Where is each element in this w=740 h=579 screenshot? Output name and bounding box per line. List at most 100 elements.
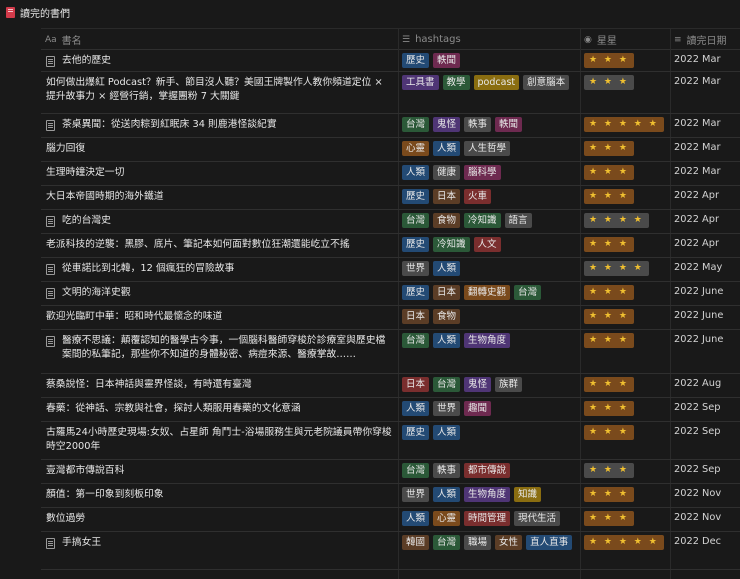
row-title-cell[interactable]: 蔡桑說怪：日本神話與靈界怪談，有時還有臺灣 [41,374,398,397]
table-row[interactable]: 顏值：第一印象到刻板印象 世界 人類 生物角度 知識 ★ ★ ★ 2022 Nov [41,484,740,508]
table-row[interactable]: 吃的台灣史 台灣 食物 冷知識 語言 ★ ★ ★ ★ 2022 Apr [41,210,740,234]
hashtags-cell[interactable]: 世界 人類 [398,258,580,281]
stars-cell[interactable]: ★ ★ ★ [580,282,670,305]
row-title-cell[interactable]: 壹灣都市傳說百科 [41,460,398,483]
row-title-cell[interactable]: 顏值：第一印象到刻板印象 [41,484,398,507]
table-row[interactable]: 生理時鐘決定一切 人類 健康 腦科學 ★ ★ ★ 2022 Mar [41,162,740,186]
date-cell[interactable]: 2022 Dec [670,532,740,569]
date-cell[interactable]: 2022 June [670,306,740,329]
date-cell[interactable]: 2022 Sep [670,460,740,483]
row-title-cell[interactable]: 從車諾比到北韓，12 個瘋狂的冒險故事 [41,258,398,281]
date-cell[interactable]: 2022 Mar [670,50,740,71]
table-row[interactable]: 數位過勞 人類 心靈 時間管理 現代生活 ★ ★ ★ 2022 Nov [41,508,740,532]
hashtags-cell[interactable]: 台灣 軼事 都市傳說 [398,460,580,483]
date-cell[interactable]: 2022 Nov [670,484,740,507]
stars-cell[interactable]: ★ ★ ★ [580,162,670,185]
date-cell[interactable]: 2022 Mar [670,162,740,185]
stars-cell[interactable]: ★ ★ ★ [580,484,670,507]
stars-cell[interactable]: ★ ★ ★ [580,234,670,257]
date-cell[interactable]: 2022 Apr [670,186,740,209]
hashtags-cell[interactable]: 日本 台灣 鬼怪 族群 [398,374,580,397]
column-header-stars[interactable]: ◉ 星星 [584,29,617,50]
table-row[interactable]: 壹灣都市傳說百科 台灣 軼事 都市傳說 ★ ★ ★ 2022 Sep [41,460,740,484]
row-title-cell[interactable]: 手搞女王 [41,532,398,569]
hashtags-cell[interactable]: 日本 食物 [398,306,580,329]
date-cell[interactable]: 2022 Sep [670,398,740,421]
date-cell[interactable]: 2022 Mar [670,138,740,161]
stars-cell[interactable]: ★ ★ ★ [580,50,670,71]
hashtags-cell[interactable]: 人類 健康 腦科學 [398,162,580,185]
column-header-name[interactable]: Aa 書名 [45,29,82,50]
hashtags-cell[interactable]: 人類 心靈 時間管理 現代生活 [398,508,580,531]
table-row[interactable]: 古羅馬24小時歷史現場:女奴、占星師 角鬥士-浴場服務生與元老院議員帶你穿梭時空… [41,422,740,460]
date-cell[interactable]: 2022 Aug [670,374,740,397]
row-title-cell[interactable]: 古羅馬24小時歷史現場:女奴、占星師 角鬥士-浴場服務生與元老院議員帶你穿梭時空… [41,422,398,459]
stars-cell[interactable]: ★ ★ ★ [580,330,670,373]
row-title-cell[interactable]: 歡迎光臨町中華：昭和時代最懷念的味道 [41,306,398,329]
date-cell[interactable]: 2022 May [670,258,740,281]
table-row[interactable]: 茶桌異聞：從送肉粽到紅眠床 34 則鹿港怪談紀實 台灣 鬼怪 軼事 軼聞 ★ ★ ★ ★ … [41,114,740,138]
table-row[interactable]: 醫療不思議：顛覆認知的醫學古今事，一個腦科醫師穿梭於診療室與歷史檔案間的私筆記，… [41,330,740,374]
hashtags-cell[interactable]: 人類 世界 趣聞 [398,398,580,421]
page-title[interactable]: 讀完的書們 [20,5,70,20]
hashtags-cell[interactable]: 歷史 人類 [398,422,580,459]
hashtags-cell[interactable]: 歷史 軼聞 [398,50,580,71]
stars-cell[interactable]: ★ ★ ★ [580,186,670,209]
hashtags-cell[interactable]: 歷史 冷知識 人文 [398,234,580,257]
date-cell[interactable]: 2022 Sep [670,422,740,459]
stars-cell[interactable]: ★ ★ ★ [580,72,670,113]
row-title-cell[interactable]: 文明的海洋史觀 [41,282,398,305]
stars-cell[interactable]: ★ ★ ★ [580,508,670,531]
stars-cell[interactable]: ★ ★ ★ [580,306,670,329]
table-row[interactable]: 手搞女王 韓國 台灣 職場 女性 直人直事 ★ ★ ★ ★ ★ 2022 Dec [41,532,740,570]
date-cell[interactable]: 2022 Apr [670,234,740,257]
date-cell[interactable]: 2022 Mar [670,114,740,137]
column-header-hashtags[interactable]: ☰ hashtags [402,29,461,50]
table-row[interactable]: 春藥：從神話、宗教與社會，探討人類服用春藥的文化意涵 人類 世界 趣聞 ★ ★ ★ 202… [41,398,740,422]
date-cell[interactable]: 2022 June [670,330,740,373]
hashtags-cell[interactable]: 歷史 日本 火車 [398,186,580,209]
hashtags-cell[interactable]: 台灣 人類 生物角度 [398,330,580,373]
hashtags-cell[interactable]: 工具書 教學 podcast 創意腦本 [398,72,580,113]
hashtags-cell[interactable]: 台灣 鬼怪 軼事 軼聞 [398,114,580,137]
hashtags-cell[interactable]: 台灣 食物 冷知識 語言 [398,210,580,233]
stars-cell[interactable]: ★ ★ ★ ★ [580,258,670,281]
stars-cell[interactable]: ★ ★ ★ ★ [580,210,670,233]
row-title-cell[interactable]: 大日本帝國時期的海外鐵道 [41,186,398,209]
stars-cell[interactable]: ★ ★ ★ [580,460,670,483]
table-row[interactable]: 蔡桑說怪：日本神話與靈界怪談，有時還有臺灣 日本 台灣 鬼怪 族群 ★ ★ ★ 2022 A… [41,374,740,398]
row-title-cell[interactable]: 吃的台灣史 [41,210,398,233]
hashtags-cell[interactable]: 歷史 日本 翻轉史觀 台灣 [398,282,580,305]
table-row[interactable]: 去他的歷史 歷史 軼聞 ★ ★ ★ 2022 Mar [41,50,740,72]
row-title-cell[interactable]: 茶桌異聞：從送肉粽到紅眠床 34 則鹿港怪談紀實 [41,114,398,137]
row-title-cell[interactable]: 醫療不思議：顛覆認知的醫學古今事，一個腦科醫師穿梭於診療室與歷史檔案間的私筆記，… [41,330,398,373]
hashtags-cell[interactable]: 韓國 台灣 職場 女性 直人直事 [398,532,580,569]
date-cell[interactable]: 2022 Mar [670,72,740,113]
row-title-cell[interactable]: 春藥：從神話、宗教與社會，探討人類服用春藥的文化意涵 [41,398,398,421]
stars-cell[interactable]: ★ ★ ★ [580,374,670,397]
stars-cell[interactable]: ★ ★ ★ [580,422,670,459]
table-row[interactable]: 腦力回復 心靈 人類 人生哲學 ★ ★ ★ 2022 Mar [41,138,740,162]
row-title-cell[interactable]: 老派科技的逆襲：黑膠、底片、筆記本如何面對數位狂潮還能屹立不搖 [41,234,398,257]
stars-cell[interactable]: ★ ★ ★ [580,398,670,421]
row-title-cell[interactable]: 生理時鐘決定一切 [41,162,398,185]
row-title-cell[interactable]: 數位過勞 [41,508,398,531]
date-cell[interactable]: 2022 Apr [670,210,740,233]
date-cell[interactable]: 2022 Nov [670,508,740,531]
hashtags-cell[interactable]: 心靈 人類 人生哲學 [398,138,580,161]
date-cell[interactable]: 2022 June [670,282,740,305]
column-header-date[interactable]: ≡ 讀完日期 [674,29,727,50]
row-title-cell[interactable]: 如何做出爆紅 Podcast？新手、節目沒人聽？美國王牌製作人教你頻道定位 × … [41,72,398,113]
table-row[interactable]: 如何做出爆紅 Podcast？新手、節目沒人聽？美國王牌製作人教你頻道定位 × … [41,72,740,114]
stars-cell[interactable]: ★ ★ ★ ★ ★ [580,114,670,137]
stars-cell[interactable]: ★ ★ ★ ★ ★ [580,532,670,569]
hashtags-cell[interactable]: 世界 人類 生物角度 知識 [398,484,580,507]
table-row[interactable]: 從車諾比到北韓，12 個瘋狂的冒險故事 世界 人類 ★ ★ ★ ★ 2022 May [41,258,740,282]
table-row[interactable]: 老派科技的逆襲：黑膠、底片、筆記本如何面對數位狂潮還能屹立不搖 歷史 冷知識 人文 ★ … [41,234,740,258]
table-row[interactable]: 歡迎光臨町中華：昭和時代最懷念的味道 日本 食物 ★ ★ ★ 2022 June [41,306,740,330]
table-row[interactable]: 文明的海洋史觀 歷史 日本 翻轉史觀 台灣 ★ ★ ★ 2022 June [41,282,740,306]
row-title-cell[interactable]: 去他的歷史 [41,50,398,71]
row-title-cell[interactable]: 腦力回復 [41,138,398,161]
stars-cell[interactable]: ★ ★ ★ [580,138,670,161]
table-row[interactable]: 大日本帝國時期的海外鐵道 歷史 日本 火車 ★ ★ ★ 2022 Apr [41,186,740,210]
